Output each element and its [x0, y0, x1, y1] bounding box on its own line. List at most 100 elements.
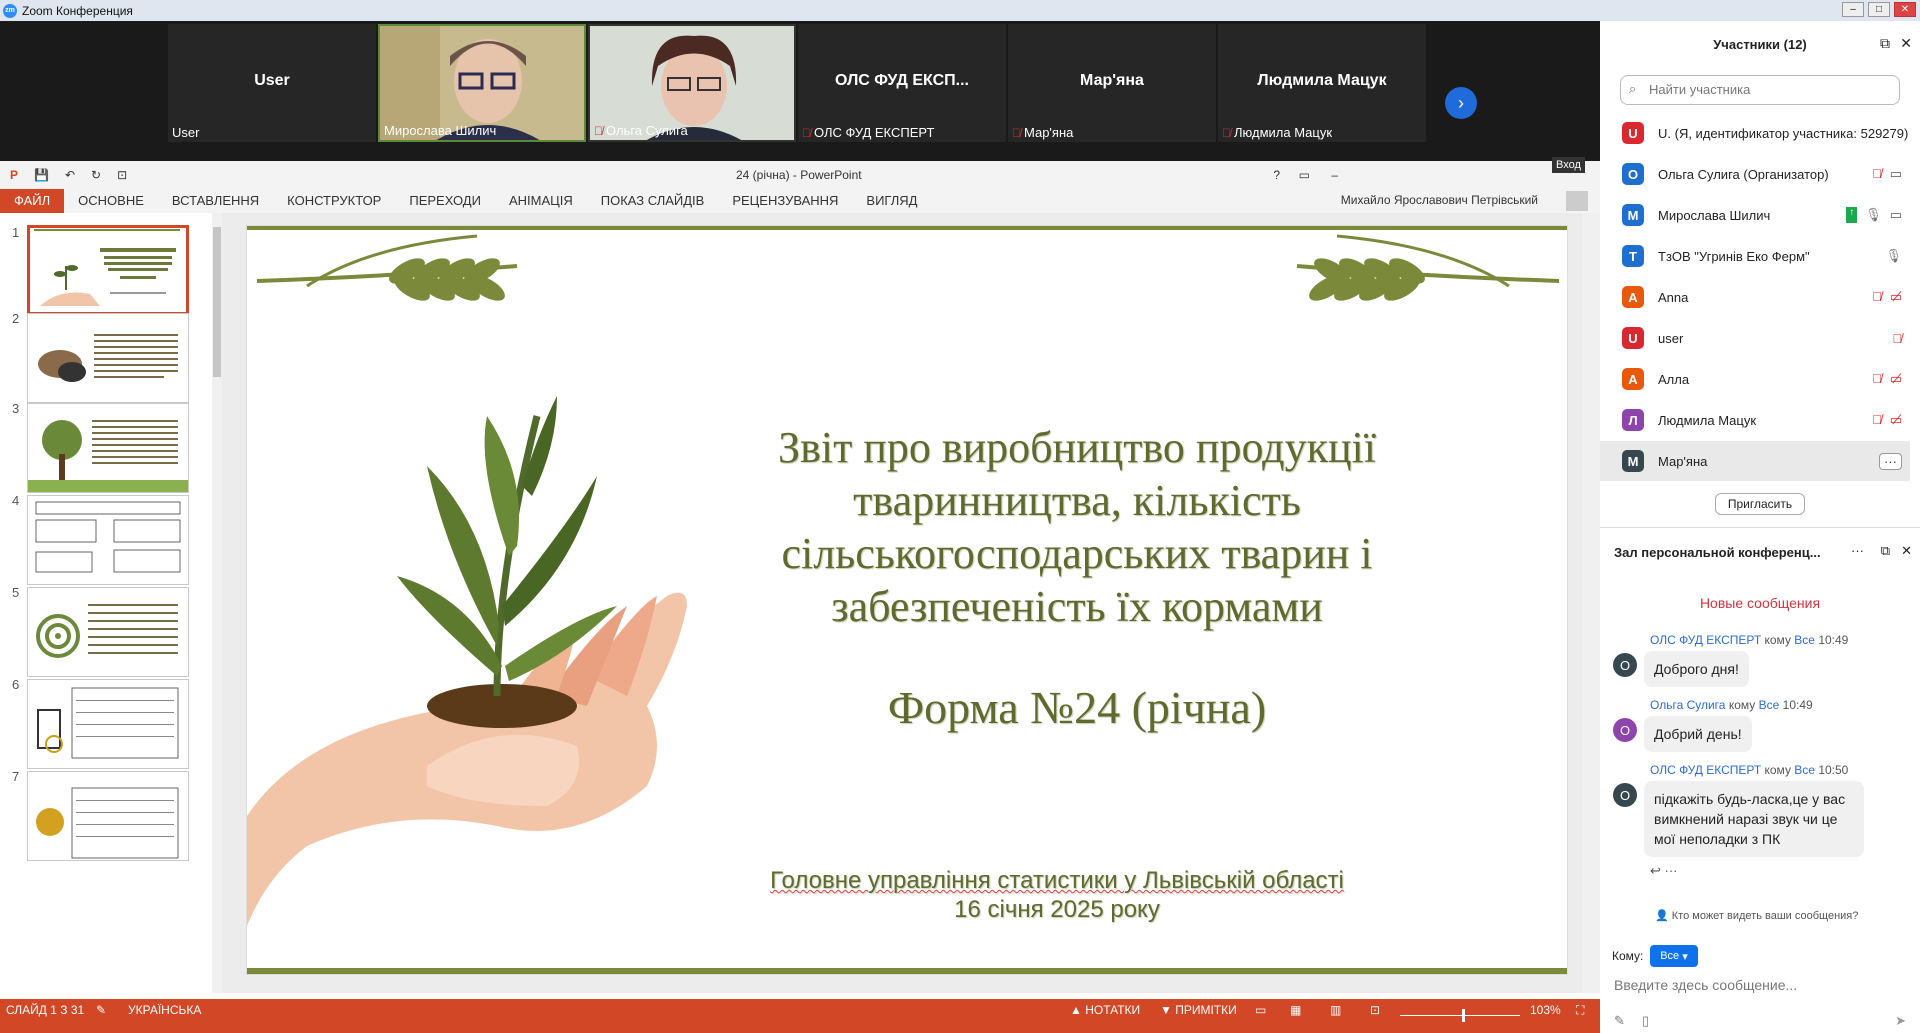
send-icon[interactable]: ➤: [1895, 1013, 1906, 1029]
tile-label: 🎙̸ Мар'яна: [1012, 125, 1074, 140]
close-icon[interactable]: ✕: [1901, 543, 1912, 559]
language-indicator[interactable]: УКРАЇНСЬКА: [128, 1003, 201, 1017]
quick-access-toolbar: P 💾 ↶ ↻ ⊡ 24 (річна) - PowerPoint ? ▭ –: [0, 161, 1600, 189]
powerpoint-window: P 💾 ↶ ↻ ⊡ 24 (річна) - PowerPoint ? ▭ – …: [0, 157, 1600, 1033]
close-icon[interactable]: ✕: [1900, 35, 1912, 52]
participant-row[interactable]: Т ТзОВ "Угринів Еко Ферм" 🎙: [1600, 236, 1910, 276]
video-tile-olha[interactable]: 🎙̸ Ольга Сулига: [588, 24, 796, 142]
notes-button[interactable]: ▲ НОТАТКИ: [1070, 1003, 1140, 1017]
save-icon[interactable]: 💾: [34, 168, 49, 182]
participant-row[interactable]: А Алла 🎙̸ ▭̸: [1600, 359, 1910, 399]
slide-organization: Головне управління статистики у Львівськ…: [770, 867, 1344, 923]
more-options-button[interactable]: ···: [1879, 452, 1902, 470]
window-title: Zoom Конференция: [22, 3, 133, 18]
tab-animations[interactable]: АНІМАЦІЯ: [495, 189, 587, 213]
mic-muted-icon: 🎙̸: [1012, 125, 1021, 140]
video-tile-user[interactable]: User User: [168, 24, 376, 142]
who-can-see-link[interactable]: 👤 Кто может видеть ваши сообщения?: [1655, 909, 1858, 922]
tab-view[interactable]: ВИГЛЯД: [852, 189, 931, 213]
slide-thumbnail-3[interactable]: [27, 403, 189, 493]
next-page-arrow-icon[interactable]: ›: [1445, 87, 1477, 119]
normal-view-icon[interactable]: ▭: [1255, 1003, 1266, 1017]
video-tile-maryana[interactable]: Мар'яна 🎙̸ Мар'яна: [1008, 24, 1216, 142]
more-icon[interactable]: ···: [1851, 543, 1864, 558]
zoom-level[interactable]: 103%: [1530, 1003, 1561, 1017]
avatar: Л: [1622, 409, 1644, 431]
tab-design[interactable]: КОНСТРУКТОР: [273, 189, 395, 213]
thumbnails-scrollbar[interactable]: [212, 213, 222, 993]
avatar: Т: [1622, 245, 1644, 267]
chat-message[interactable]: Доброго дня!: [1644, 651, 1749, 687]
participant-row[interactable]: М Мирослава Шилич ↑ 🎙 ▭: [1600, 195, 1910, 235]
minimize-ppt-button[interactable]: –: [1331, 168, 1338, 182]
tab-home[interactable]: ОСНОВНЕ: [64, 189, 158, 213]
slide-thumbnail-4[interactable]: [27, 495, 189, 585]
reading-view-icon[interactable]: ▥: [1330, 1003, 1341, 1017]
file-icon[interactable]: ▯: [1642, 1013, 1649, 1029]
current-slide[interactable]: Звіт про виробництво продукції тваринниц…: [246, 225, 1568, 975]
slide-thumbnails-pane: 1 2 3 4 5 6 7: [0, 213, 210, 993]
reply-icon[interactable]: ↩ ···: [1650, 863, 1678, 879]
slide-scrollbar[interactable]: [1582, 213, 1600, 993]
participant-row[interactable]: U U. (Я, идентификатор участника: 529279): [1600, 113, 1910, 153]
tab-file[interactable]: ФАЙЛ: [0, 189, 65, 213]
slide-thumbnail-5[interactable]: [27, 587, 189, 677]
participant-row[interactable]: О Ольга Сулига (Организатор) 🎙̸ ▭: [1600, 154, 1910, 194]
participant-row[interactable]: А Anna 🎙̸ ▭̸: [1600, 277, 1910, 317]
close-button[interactable]: ✕: [1894, 2, 1916, 17]
video-tile-lyudmyla[interactable]: Людмила Мацук 🎙̸ Людмила Мацук: [1218, 24, 1426, 142]
participant-row[interactable]: Uuser 🎙̸: [1600, 318, 1910, 358]
zoom-slider[interactable]: [1400, 1009, 1520, 1023]
slide-thumbnail-1[interactable]: [27, 225, 189, 315]
signed-in-user[interactable]: Михайло Ярославович Петрівський: [1341, 193, 1538, 207]
ribbon-display-icon[interactable]: ▭: [1299, 168, 1310, 182]
chat-message-input[interactable]: Введите здесь сообщение...: [1614, 977, 1904, 993]
slide-thumbnail-2[interactable]: [27, 313, 189, 403]
maximize-button[interactable]: □: [1868, 2, 1890, 17]
chat-title: Зал персональной конференц...: [1614, 545, 1821, 560]
tab-transitions[interactable]: ПЕРЕХОДИ: [395, 189, 495, 213]
minimize-button[interactable]: –: [1842, 2, 1864, 17]
popout-icon[interactable]: ⧉: [1881, 543, 1890, 559]
thumb-number: 6: [12, 677, 20, 692]
to-label: Кому:: [1612, 949, 1644, 963]
undo-icon[interactable]: ↶: [65, 168, 75, 182]
recipient-dropdown[interactable]: Все ▾: [1650, 945, 1698, 967]
mic-muted-icon: 🎙̸: [1871, 166, 1882, 181]
tab-slideshow[interactable]: ПОКАЗ СЛАЙДІВ: [587, 189, 719, 213]
participants-header: Участники (12): [1713, 37, 1807, 52]
tab-insert[interactable]: ВСТАВЛЕННЯ: [158, 189, 273, 213]
divider: [1600, 527, 1920, 528]
powerpoint-logo-icon: P: [10, 168, 19, 182]
mic-muted-icon: 🎙̸: [1871, 412, 1882, 427]
video-tile-ols[interactable]: ОЛС ФУД ЕКСП... 🎙̸ ОЛС ФУД ЕКСПЕРТ: [798, 24, 1006, 142]
spellcheck-icon[interactable]: ✎: [96, 1003, 106, 1017]
mic-muted-icon: 🎙̸: [594, 123, 603, 138]
help-icon[interactable]: ?: [1273, 168, 1280, 182]
fit-slide-icon[interactable]: ⛶: [1576, 1003, 1584, 1018]
avatar: А: [1622, 286, 1644, 308]
status-bar: СЛАЙД 1 З 31 ✎ УКРАЇНСЬКА ▲ НОТАТКИ ▼ ПР…: [0, 999, 1600, 1033]
chat-message[interactable]: Добрий день!: [1644, 716, 1752, 752]
participant-search-input[interactable]: ⌕ Найти участника: [1620, 75, 1900, 105]
participant-row[interactable]: Л Людмила Мацук 🎙̸ ▭̸: [1600, 400, 1910, 440]
slide-sorter-icon[interactable]: ▦: [1290, 1003, 1301, 1017]
slideshow-view-icon[interactable]: ⊡: [1370, 1003, 1380, 1017]
slide-thumbnail-6[interactable]: [27, 679, 189, 769]
chat-message[interactable]: підкажіть будь-ласка,це у вас вимкнений …: [1644, 781, 1864, 857]
slide-thumbnail-7[interactable]: [27, 771, 189, 861]
avatar[interactable]: [1566, 191, 1588, 211]
video-off-icon: ▭̸: [1889, 289, 1902, 304]
invite-button[interactable]: Пригласить: [1715, 493, 1805, 515]
avatar: А: [1622, 368, 1644, 390]
participant-row[interactable]: М Мар'яна ···: [1600, 441, 1910, 481]
tab-review[interactable]: РЕЦЕНЗУВАННЯ: [718, 189, 852, 213]
mic-muted-icon: 🎙̸: [802, 125, 811, 140]
video-tile-myroslava[interactable]: Мирослава Шилич: [378, 24, 586, 142]
tile-label: 🎙̸ Ольга Сулига: [594, 123, 688, 138]
start-slideshow-icon[interactable]: ⊡: [117, 168, 127, 182]
format-icon[interactable]: ✎: [1614, 1013, 1625, 1029]
comments-button[interactable]: ▼ ПРИМІТКИ: [1160, 1003, 1237, 1017]
popout-icon[interactable]: ⧉: [1880, 35, 1890, 52]
redo-icon[interactable]: ↻: [91, 168, 101, 182]
